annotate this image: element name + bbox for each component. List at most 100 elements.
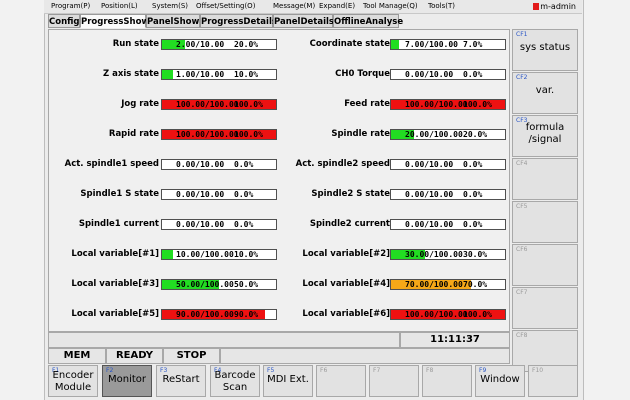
progress-value: 0.00/10.00 — [176, 220, 225, 229]
progress-percent: 100.0% — [234, 100, 263, 109]
f-key-code: F9 — [479, 367, 487, 374]
right-progress-bar: 20.00/100.00 20.0% — [390, 129, 506, 140]
left-progress-bar: 10.00/100.00 10.0% — [161, 249, 277, 260]
f-key-label: Window — [480, 374, 520, 385]
progress-fill — [162, 70, 174, 79]
f-key-f4[interactable]: F4 Barcode Scan — [210, 365, 260, 397]
right-row-label: Act. spindle2 speed — [295, 159, 390, 169]
f-key-code: F10 — [532, 367, 544, 374]
right-progress-bar: 0.00/10.00 0.0% — [390, 159, 506, 170]
tab-progress-details[interactable]: ProgressDetails — [200, 14, 277, 28]
progress-value: 10.00/100.00 — [176, 250, 234, 259]
f-key-f6[interactable]: F6 — [316, 365, 366, 397]
f-key-f9[interactable]: F9 Window — [475, 365, 525, 397]
progress-fill — [391, 40, 399, 49]
progress-value: 100.00/100.00 — [176, 130, 239, 139]
progress-percent: 100.0% — [234, 130, 263, 139]
progress-percent: 0.0% — [234, 220, 254, 229]
left-row-label: Z axis state — [103, 69, 159, 79]
left-row-label: Rapid rate — [108, 129, 159, 139]
progress-percent: 100.0% — [463, 310, 492, 319]
left-progress-bar: 0.00/10.00 0.0% — [161, 159, 277, 170]
left-progress-bar: 2.00/10.00 20.0% — [161, 39, 277, 50]
right-progress-bar: 0.00/10.00 0.0% — [390, 69, 506, 80]
left-progress-bar: 90.00/100.00 90.0% — [161, 309, 277, 320]
progress-percent: 10.0% — [234, 250, 259, 259]
right-progress-bar: 30.00/100.00 30.0% — [390, 249, 506, 260]
f-key-f8[interactable]: F8 — [422, 365, 472, 397]
progress-percent: 7.0% — [463, 40, 483, 49]
right-row-label: CH0 Torque — [335, 69, 390, 79]
mode-status: MEM — [48, 348, 106, 364]
progress-percent: 50.0% — [234, 280, 259, 289]
cf-key-4[interactable]: CF4 — [512, 158, 578, 200]
f-key-code: F8 — [426, 367, 434, 374]
cf-key-code: CF8 — [516, 332, 528, 339]
menu-program[interactable]: Program(P) — [51, 0, 90, 13]
tab-offline-analyse[interactable]: OfflineAnalyse — [333, 14, 403, 28]
tab-panel-details[interactable]: PanelDetails — [273, 14, 334, 28]
left-progress-bar: 1.00/10.00 10.0% — [161, 69, 277, 80]
cf-key-2[interactable]: CF2 var. — [512, 72, 578, 114]
cf-key-code: CF6 — [516, 246, 528, 253]
cf-key-label: sys status — [519, 42, 571, 53]
progress-value: 0.00/10.00 — [405, 190, 454, 199]
left-progress-bar: 100.00/100.00 100.0% — [161, 129, 277, 140]
menu-tool-manage[interactable]: Tool Manage(Q) — [363, 0, 418, 13]
cf-key-3[interactable]: CF3 formula /signal — [512, 115, 578, 157]
f-key-f2[interactable]: F2 Monitor — [102, 365, 152, 397]
progress-percent: 10.0% — [234, 70, 259, 79]
progress-value: 100.00/100.00 — [405, 310, 468, 319]
f-key-label: MDI Ext. — [267, 374, 309, 385]
progress-value: 0.00/10.00 — [405, 70, 454, 79]
menu-system[interactable]: System(S) — [152, 0, 188, 13]
right-progress-bar: 100.00/100.00 100.0% — [390, 99, 506, 110]
progress-value: 0.00/10.00 — [176, 160, 225, 169]
progress-value: 2.00/10.00 — [176, 40, 225, 49]
f-key-f3[interactable]: F3 ReStart — [156, 365, 206, 397]
menu-expand[interactable]: Expand(E) — [319, 0, 355, 13]
progress-percent: 20.0% — [463, 130, 488, 139]
f-key-f1[interactable]: F1 Encoder Module — [48, 365, 98, 397]
cf-key-label: formula /signal — [525, 122, 565, 145]
f-key-f7[interactable]: F7 — [369, 365, 419, 397]
f-key-label: Monitor — [107, 374, 146, 385]
f-key-label: Barcode Scan — [214, 370, 256, 393]
menu-offset-setting[interactable]: Offset/Setting(O) — [196, 0, 255, 13]
progress-percent: 0.0% — [234, 160, 254, 169]
left-row-label: Local variable[#5] — [71, 309, 159, 319]
menu-tools[interactable]: Tools(T) — [428, 0, 455, 13]
tab-panel-show[interactable]: PanelShow — [146, 14, 200, 28]
left-row-label: Spindle1 S state — [80, 189, 159, 199]
cf-key-1[interactable]: CF1 sys status — [512, 29, 578, 71]
f-key-f10[interactable]: F10 — [528, 365, 578, 397]
cf-key-5[interactable]: CF5 — [512, 201, 578, 243]
progress-percent: 70.0% — [463, 280, 488, 289]
message-box — [48, 332, 400, 348]
status-spare — [220, 348, 510, 364]
left-row-label: Spindle1 current — [78, 219, 159, 229]
right-row-label: Local variable[#6] — [302, 309, 390, 319]
progress-value: 70.00/100.00 — [405, 280, 463, 289]
right-progress-bar: 0.00/10.00 0.0% — [390, 219, 506, 230]
progress-value: 7.00/100.00 — [405, 40, 458, 49]
cf-key-label: var. — [535, 85, 555, 96]
left-progress-bar: 100.00/100.00 100.0% — [161, 99, 277, 110]
right-row-label: Local variable[#4] — [302, 279, 390, 289]
cf-key-6[interactable]: CF6 — [512, 244, 578, 286]
tab-progress-show[interactable]: ProgressShow — [80, 14, 149, 28]
menu-message[interactable]: Message(M) — [273, 0, 315, 13]
f-key-code: F3 — [160, 367, 168, 374]
menu-position[interactable]: Position(L) — [101, 0, 138, 13]
tab-config[interactable]: Config — [48, 14, 80, 28]
cf-key-code: CF2 — [516, 74, 528, 81]
progress-percent: 20.0% — [234, 40, 259, 49]
cf-key-7[interactable]: CF7 — [512, 287, 578, 329]
progress-percent: 30.0% — [463, 250, 488, 259]
left-row-label: Run state — [112, 39, 159, 49]
clock: 11:11:37 — [400, 332, 510, 348]
progress-value: 20.00/100.00 — [405, 130, 463, 139]
progress-percent: 0.0% — [234, 190, 254, 199]
f-key-f5[interactable]: F5 MDI Ext. — [263, 365, 313, 397]
cf-key-code: CF1 — [516, 31, 528, 38]
